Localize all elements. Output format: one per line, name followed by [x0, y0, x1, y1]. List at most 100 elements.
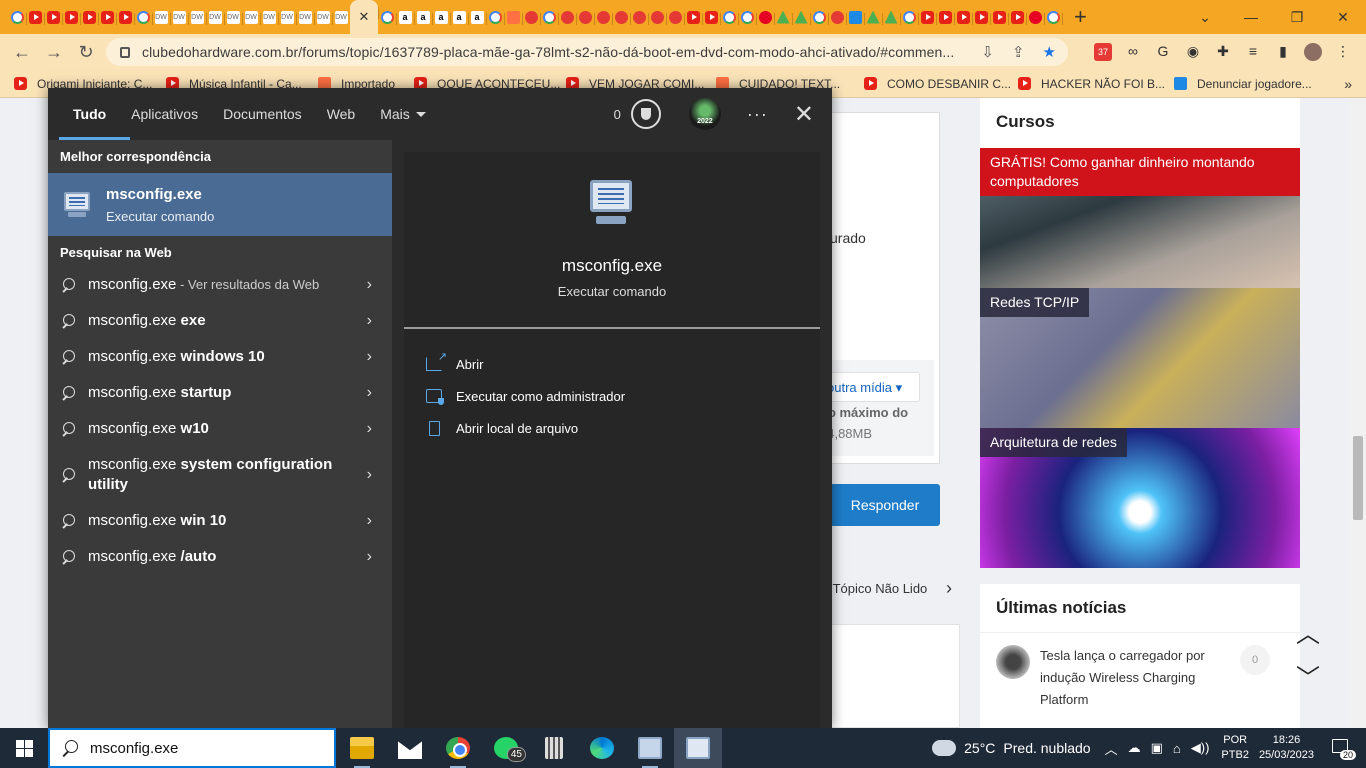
- edge-button[interactable]: [578, 728, 626, 768]
- scrollbar-thumb[interactable]: [1353, 436, 1363, 520]
- chevron-right-icon[interactable]: ›: [367, 384, 372, 402]
- reload-button[interactable]: ↻: [70, 42, 102, 63]
- whatsapp-button[interactable]: 45: [482, 728, 530, 768]
- browser-tab[interactable]: a: [414, 6, 433, 28]
- course-card-montando-computadores[interactable]: GRÁTIS! Como ganhar dinheiro montando co…: [980, 148, 1300, 288]
- url-text[interactable]: clubedohardware.com.br/forums/topic/1637…: [142, 44, 972, 60]
- bookmark-label[interactable]: COMO DESBANIR C...: [887, 77, 1011, 91]
- browser-tab[interactable]: DW: [296, 6, 315, 28]
- media-control-icon[interactable]: ≡: [1244, 43, 1262, 61]
- browser-tab[interactable]: DW: [188, 6, 207, 28]
- weather-cloud-icon[interactable]: [932, 734, 957, 756]
- action-open[interactable]: Abrir: [426, 348, 625, 380]
- browser-tab[interactable]: [522, 6, 541, 28]
- page-scrollbar[interactable]: [1350, 98, 1366, 728]
- suggestion-query[interactable]: msconfig.exe: [88, 548, 181, 565]
- phone-link-icon[interactable]: ▣: [1151, 740, 1163, 756]
- best-match-name[interactable]: msconfig.exe: [106, 186, 214, 203]
- profile-avatar[interactable]: [1304, 43, 1322, 61]
- msconfig-app-icon[interactable]: [62, 191, 92, 218]
- browser-tab[interactable]: [684, 6, 703, 28]
- tab-tudo[interactable]: Tudo: [58, 88, 131, 140]
- minimize-button[interactable]: —: [1228, 9, 1274, 25]
- suggestion-suffix[interactable]: - Ver resultados da Web: [176, 277, 319, 292]
- install-app-icon[interactable]: ⇩: [981, 43, 994, 61]
- suggestion-query[interactable]: msconfig.exe: [88, 348, 181, 365]
- suggestion-query[interactable]: msconfig.exe: [88, 420, 181, 437]
- taskbar-search-box[interactable]: msconfig.exe: [48, 728, 336, 768]
- more-bookmarks-chevron-icon[interactable]: »: [1344, 76, 1352, 92]
- back-button[interactable]: ←: [6, 42, 38, 63]
- chevron-right-icon[interactable]: ›: [367, 312, 372, 330]
- course-label[interactable]: Redes TCP/IP: [980, 288, 1090, 317]
- web-suggestion-text[interactable]: msconfig.exe win 10: [88, 511, 226, 531]
- browser-tab[interactable]: [702, 6, 721, 28]
- web-suggestion-item[interactable]: msconfig.exe system configuration utilit…: [48, 447, 392, 503]
- tab-aplicativos[interactable]: Aplicativos: [131, 88, 198, 140]
- web-suggestion-text[interactable]: msconfig.exe windows 10: [88, 347, 265, 367]
- tab-mais-label[interactable]: Mais: [380, 106, 410, 122]
- suggestion-query[interactable]: msconfig.exe: [88, 456, 181, 473]
- browser-tab[interactable]: [116, 6, 135, 28]
- bookmark-item[interactable]: Denunciar jogadore...: [1174, 77, 1324, 91]
- chevron-right-icon[interactable]: ›: [367, 348, 372, 366]
- browser-tab[interactable]: [828, 6, 847, 28]
- browser-tab[interactable]: [648, 6, 667, 28]
- browser-tab[interactable]: [720, 6, 739, 28]
- extension-icon[interactable]: ∞: [1124, 43, 1142, 61]
- globe-extension-icon[interactable]: ◉: [1184, 43, 1202, 61]
- search-query[interactable]: msconfig.exe: [90, 740, 178, 757]
- close-search-icon[interactable]: ✕: [794, 100, 814, 129]
- browser-tab[interactable]: [882, 6, 901, 28]
- bookmark-item[interactable]: HACKER NÃO FOI B...: [1018, 77, 1174, 91]
- web-suggestion-item[interactable]: msconfig.exe - Ver resultados da Web ›: [48, 267, 392, 303]
- maximize-button[interactable]: ❐: [1274, 9, 1320, 26]
- input-language[interactable]: POR PTB2: [1221, 733, 1249, 763]
- browser-tab[interactable]: DW: [152, 6, 171, 28]
- web-suggestion-text[interactable]: msconfig.exe exe: [88, 311, 206, 331]
- browser-tab[interactable]: [774, 6, 793, 28]
- browser-tab[interactable]: [1026, 6, 1045, 28]
- action-run-as-admin-label[interactable]: Executar como administrador: [456, 389, 625, 404]
- browser-tab[interactable]: DW: [206, 6, 225, 28]
- mail-button[interactable]: [386, 728, 434, 768]
- start-button[interactable]: [0, 728, 48, 768]
- show-hidden-icons-chevron-icon[interactable]: ︿: [1105, 739, 1118, 758]
- side-panel-icon[interactable]: ▮: [1274, 43, 1292, 61]
- language-code[interactable]: POR: [1221, 733, 1249, 748]
- adblock-extension-icon[interactable]: 37: [1094, 43, 1112, 61]
- file-explorer-button[interactable]: [338, 728, 386, 768]
- suggestion-completion[interactable]: win 10: [181, 512, 227, 529]
- browser-tab[interactable]: DW: [314, 6, 333, 28]
- suggestion-query[interactable]: msconfig.exe: [88, 512, 181, 529]
- onedrive-cloud-icon[interactable]: ☁: [1128, 740, 1141, 756]
- chevron-right-icon[interactable]: ›: [367, 420, 372, 438]
- action-open-file-location-label[interactable]: Abrir local de arquivo: [456, 421, 578, 436]
- keyboard-layout[interactable]: PTB2: [1221, 748, 1249, 763]
- browser-tab[interactable]: DW: [278, 6, 297, 28]
- course-label[interactable]: Arquitetura de redes: [980, 428, 1127, 457]
- browser-tab[interactable]: [810, 6, 829, 28]
- tab-search-chevron-icon[interactable]: ⌄: [1182, 9, 1228, 26]
- browser-tab[interactable]: [62, 6, 81, 28]
- chevron-right-icon[interactable]: ›: [367, 276, 372, 294]
- browser-tab[interactable]: [738, 6, 757, 28]
- scroll-up-chevron-icon[interactable]: ︿: [1296, 614, 1320, 649]
- news-thumbnail[interactable]: [996, 645, 1030, 679]
- web-suggestion-item[interactable]: msconfig.exe windows 10 ›: [48, 339, 392, 375]
- browser-tab[interactable]: a: [450, 6, 469, 28]
- more-options-icon[interactable]: ···: [747, 104, 768, 125]
- browser-tab[interactable]: a: [468, 6, 487, 28]
- browser-tab[interactable]: [792, 6, 811, 28]
- translate-extension-icon[interactable]: G: [1154, 43, 1172, 61]
- browser-tab[interactable]: [378, 6, 397, 28]
- browser-tab[interactable]: [594, 6, 613, 28]
- browser-tab[interactable]: [1044, 6, 1063, 28]
- close-window-button[interactable]: ✕: [1320, 9, 1366, 26]
- suggestion-completion[interactable]: /auto: [181, 548, 217, 565]
- web-suggestion-item[interactable]: msconfig.exe w10 ›: [48, 411, 392, 447]
- course-label[interactable]: GRÁTIS! Como ganhar dinheiro montando co…: [980, 148, 1300, 196]
- bookmark-label[interactable]: Denunciar jogadore...: [1197, 77, 1312, 91]
- bookmark-label[interactable]: HACKER NÃO FOI B...: [1041, 77, 1165, 91]
- browser-tab[interactable]: [972, 6, 991, 28]
